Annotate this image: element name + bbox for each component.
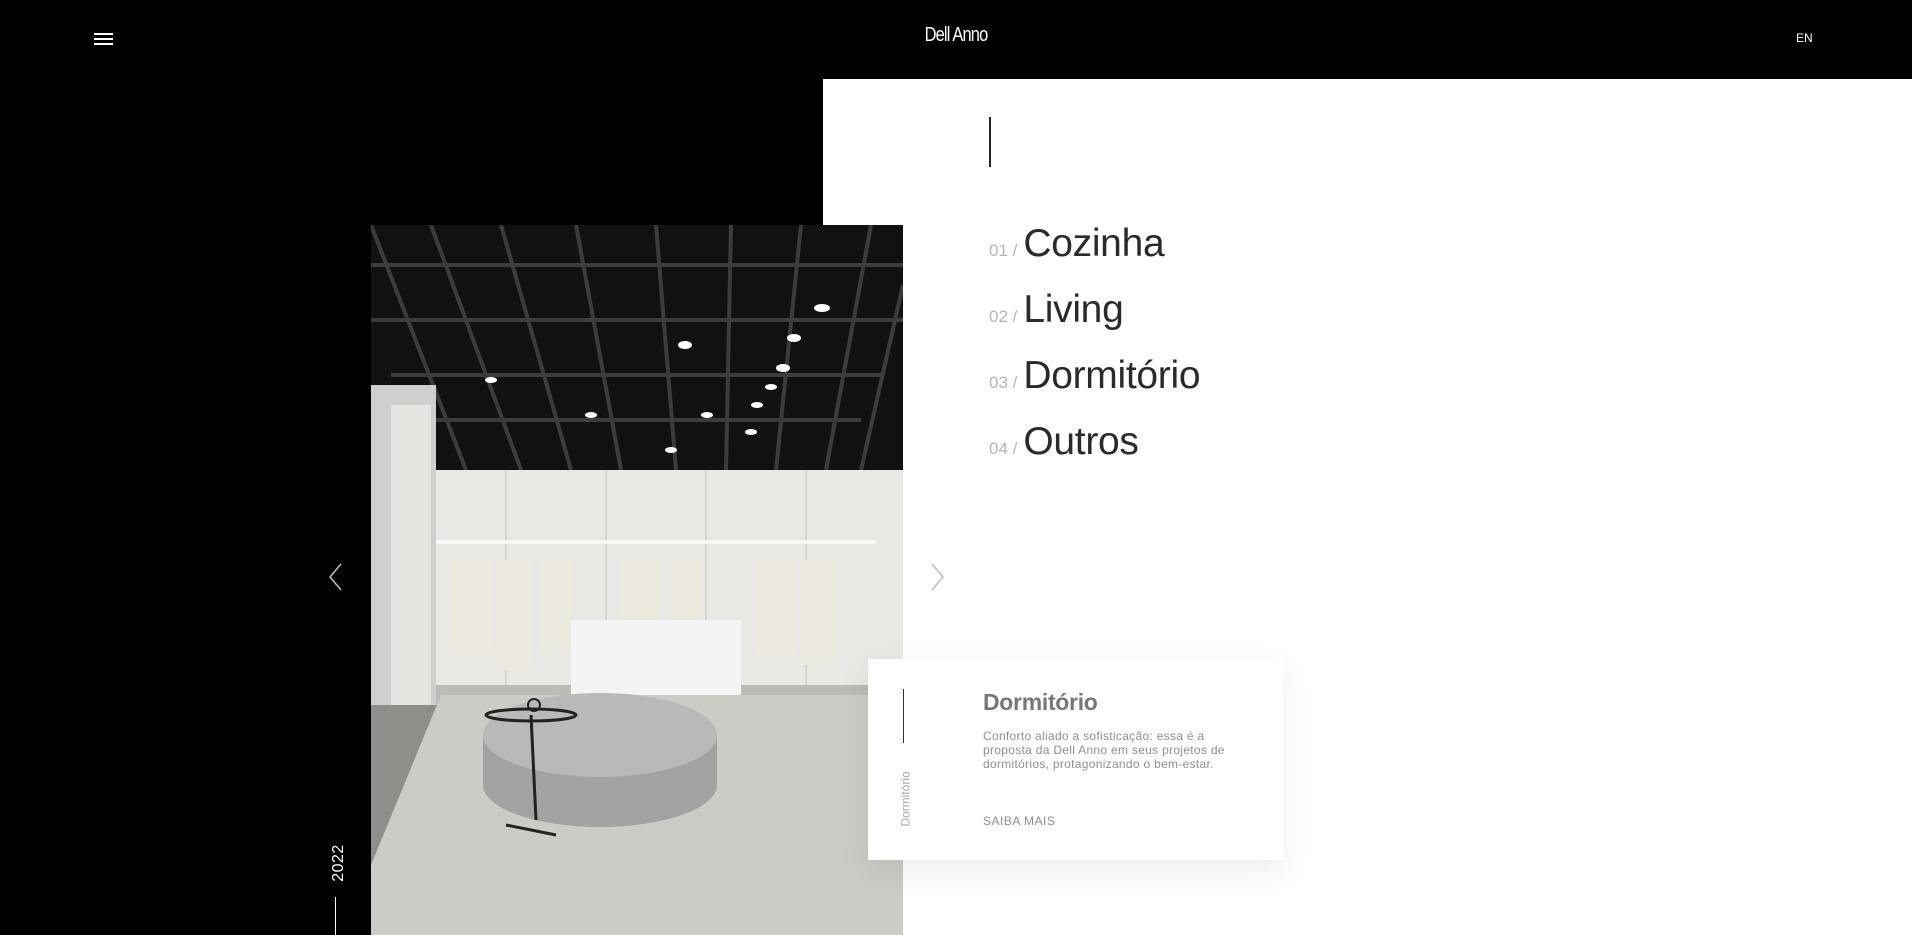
bedroom-photo: [371, 225, 903, 935]
nav-item-dormitorio[interactable]: 03 / Dormitório: [989, 354, 1201, 420]
year-divider-line: [335, 897, 336, 935]
card-title: Dormitório: [983, 689, 1098, 715]
site-header: Dell Anno EN: [0, 0, 1912, 79]
year-label: 2022: [322, 844, 352, 882]
card-vertical-label: Dormitório: [884, 764, 926, 844]
chevron-right-icon[interactable]: [926, 560, 948, 594]
card-description: Conforto aliado a sofisticação: essa é a…: [983, 729, 1225, 771]
nav-label: Living: [1023, 288, 1124, 331]
nav-item-living[interactable]: 02 / Living: [989, 288, 1200, 354]
category-nav: 01 / Cozinha 02 / Living 03 / Dormitório…: [989, 222, 1201, 486]
nav-number: 02 /: [989, 307, 1018, 326]
language-switch[interactable]: EN: [1796, 31, 1813, 45]
nav-item-cozinha[interactable]: 01 / Cozinha: [989, 222, 1200, 288]
info-card: Dormitório Dormitório Conforto aliado a …: [868, 659, 1283, 860]
menu-icon[interactable]: [92, 30, 119, 48]
nav-number: 03 /: [989, 373, 1018, 392]
site-logo[interactable]: Dell Anno: [172, 24, 1740, 47]
nav-label: Dormitório: [1023, 354, 1201, 397]
nav-label: Cozinha: [1023, 222, 1165, 265]
card-vertical-text: Dormitório: [898, 771, 913, 827]
nav-number: 04 /: [989, 439, 1018, 458]
nav-number: 01 /: [989, 241, 1018, 260]
learn-more-link[interactable]: SAIBA MAIS: [983, 814, 1055, 828]
chevron-left-icon[interactable]: [325, 560, 347, 594]
nav-label: Outros: [1023, 420, 1139, 463]
nav-item-outros[interactable]: 04 / Outros: [989, 420, 1200, 486]
text-cursor-line: [989, 117, 991, 167]
year-text: 2022: [329, 844, 347, 882]
card-accent-line: [903, 689, 904, 743]
